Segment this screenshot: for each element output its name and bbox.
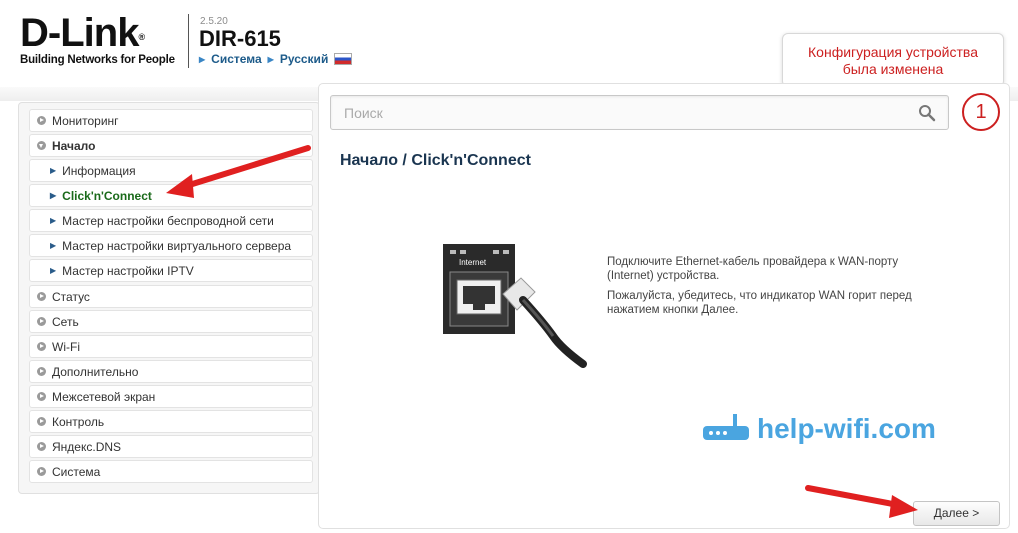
triangle-right-icon: ▶ bbox=[199, 54, 206, 64]
sidebar-item-info[interactable]: ▶ Информация bbox=[29, 159, 313, 182]
expand-arrow-icon bbox=[37, 342, 46, 351]
header-divider bbox=[188, 14, 189, 68]
sidebar-menu: Мониторинг Начало ▶ Информация ▶ Click'n… bbox=[18, 102, 320, 494]
brand-tagline: Building Networks for People bbox=[20, 54, 175, 66]
sidebar-item-virtual-server-wizard[interactable]: ▶ Мастер настройки виртуального сервера bbox=[29, 234, 313, 257]
sidebar-item-status[interactable]: Статус bbox=[29, 285, 313, 308]
search-input[interactable] bbox=[331, 96, 891, 129]
expand-arrow-icon bbox=[37, 367, 46, 376]
expand-arrow-icon bbox=[37, 417, 46, 426]
brand-name: D-Link bbox=[20, 11, 139, 55]
sidebar-item-label: Статус bbox=[52, 289, 90, 304]
sidebar-item-advanced[interactable]: Дополнительно bbox=[29, 360, 313, 383]
expand-arrow-icon bbox=[37, 467, 46, 476]
instructions-text: Подключите Ethernet-кабель провайдера к … bbox=[607, 255, 927, 317]
bullet-icon: ▶ bbox=[50, 216, 57, 225]
sidebar-item-system[interactable]: Система bbox=[29, 460, 313, 483]
sidebar-item-start[interactable]: Начало bbox=[29, 134, 313, 157]
router-icon bbox=[703, 414, 749, 440]
main-panel: 1 Начало / Click'n'Connect Internet Подк… bbox=[318, 83, 1010, 529]
sidebar-item-monitoring[interactable]: Мониторинг bbox=[29, 109, 313, 132]
russian-flag-icon[interactable] bbox=[334, 53, 353, 65]
breadcrumb-page: Click'n'Connect bbox=[411, 152, 531, 169]
sidebar-item-label: Контроль bbox=[52, 414, 105, 429]
sidebar-item-label: Информация bbox=[62, 163, 136, 178]
sidebar-item-label: Мониторинг bbox=[52, 113, 119, 128]
dlink-logo[interactable]: D-Link® Building Networks for People bbox=[20, 11, 175, 66]
expand-arrow-icon bbox=[37, 116, 46, 125]
sidebar-item-label: Система bbox=[52, 464, 101, 479]
header-subnav: ▶ Система ▶ Русский bbox=[199, 52, 353, 66]
watermark-text: help-wifi.com bbox=[757, 413, 936, 444]
next-button[interactable]: Далее > bbox=[913, 501, 1000, 526]
sidebar-item-wireless-wizard[interactable]: ▶ Мастер настройки беспроводной сети bbox=[29, 209, 313, 232]
sidebar-item-firewall[interactable]: Межсетевой экран bbox=[29, 385, 313, 408]
system-menu-link[interactable]: Система bbox=[211, 52, 262, 66]
sidebar-item-label: Click'n'Connect bbox=[62, 188, 152, 203]
breadcrumb-root: Начало / bbox=[340, 152, 407, 169]
sidebar-item-label: Мастер настройки виртуального сервера bbox=[62, 238, 292, 253]
sidebar-item-label: Начало bbox=[52, 138, 96, 153]
collapse-arrow-icon bbox=[37, 141, 46, 150]
sidebar-item-wifi[interactable]: Wi-Fi bbox=[29, 335, 313, 358]
instruction-2: Пожалуйста, убедитесь, что индикатор WAN… bbox=[607, 290, 912, 316]
instruction-1: Подключите Ethernet-кабель провайдера к … bbox=[607, 256, 899, 282]
search-box bbox=[330, 95, 949, 130]
expand-arrow-icon bbox=[37, 392, 46, 401]
sidebar-item-network[interactable]: Сеть bbox=[29, 310, 313, 333]
bullet-icon: ▶ bbox=[50, 241, 57, 250]
sidebar-item-yandex-dns[interactable]: Яндекс.DNS bbox=[29, 435, 313, 458]
device-model: DIR-615 bbox=[199, 26, 281, 51]
sidebar-item-label: Межсетевой экран bbox=[52, 389, 156, 404]
sidebar-item-label: Яндекс.DNS bbox=[52, 439, 122, 454]
sidebar-item-label: Мастер настройки беспроводной сети bbox=[62, 213, 274, 228]
sidebar-item-label: Мастер настройки IPTV bbox=[62, 263, 194, 278]
page-title: Начало / Click'n'Connect bbox=[340, 152, 531, 170]
brand-registered-mark: ® bbox=[138, 32, 145, 42]
expand-arrow-icon bbox=[37, 442, 46, 451]
sidebar-item-control[interactable]: Контроль bbox=[29, 410, 313, 433]
notification-count-badge[interactable]: 1 bbox=[962, 93, 1000, 131]
notification-line-1: Конфигурация устройства bbox=[808, 44, 978, 60]
expand-arrow-icon bbox=[37, 317, 46, 326]
bullet-icon: ▶ bbox=[50, 191, 57, 200]
sidebar-item-label: Дополнительно bbox=[52, 364, 139, 379]
notification-line-2: была изменена bbox=[842, 61, 944, 77]
search-icon[interactable] bbox=[918, 104, 936, 122]
config-changed-notification[interactable]: Конфигурация устройства была изменена bbox=[782, 33, 1004, 87]
sidebar-item-clickn-connect[interactable]: ▶ Click'n'Connect bbox=[29, 184, 313, 207]
sidebar-item-label: Сеть bbox=[52, 314, 79, 329]
expand-arrow-icon bbox=[37, 292, 46, 301]
port-label: Internet bbox=[459, 258, 487, 267]
bullet-icon: ▶ bbox=[50, 266, 57, 275]
sidebar-item-label: Wi-Fi bbox=[52, 339, 80, 354]
triangle-right-icon: ▶ bbox=[267, 54, 274, 64]
language-menu-link[interactable]: Русский bbox=[280, 52, 329, 66]
bullet-icon: ▶ bbox=[50, 166, 57, 175]
sidebar-item-iptv-wizard[interactable]: ▶ Мастер настройки IPTV bbox=[29, 259, 313, 282]
watermark: help-wifi.com bbox=[701, 412, 936, 446]
ethernet-port-illustration: Internet bbox=[443, 244, 587, 368]
